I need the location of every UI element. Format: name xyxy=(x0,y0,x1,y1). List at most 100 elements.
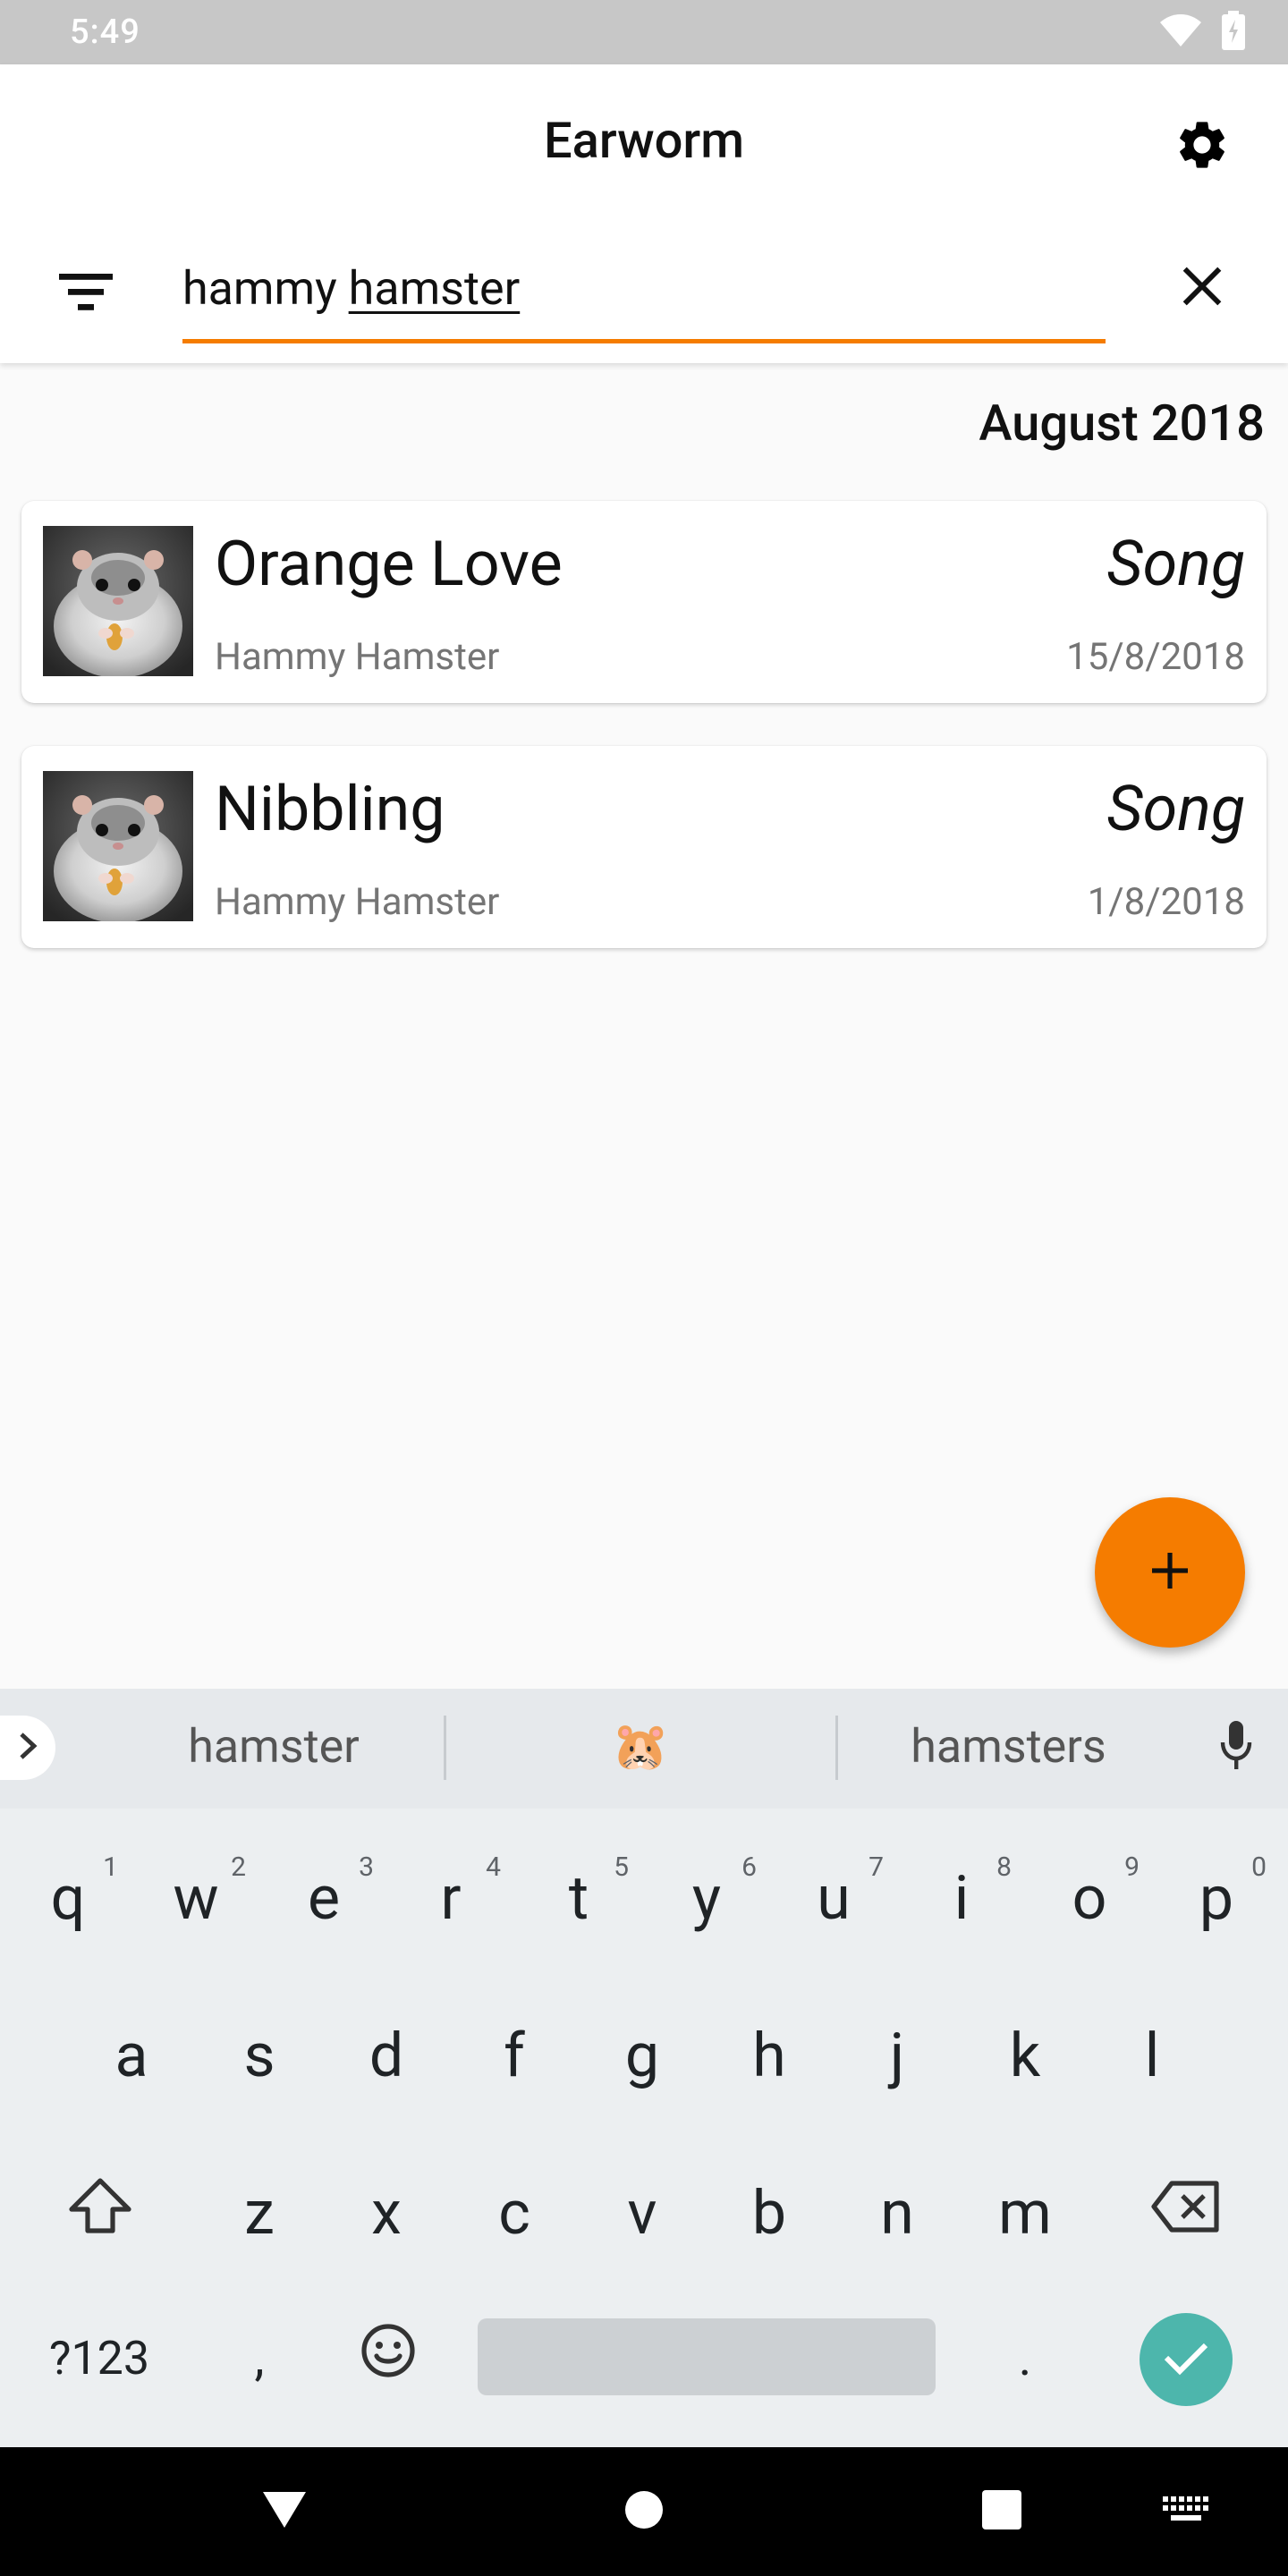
suggestion-divider xyxy=(444,1716,446,1780)
comma-key[interactable]: , xyxy=(197,2286,322,2429)
key-r[interactable]: r4 xyxy=(388,1826,513,1970)
emoji-key[interactable] xyxy=(326,2286,451,2429)
key-label: p xyxy=(1199,1862,1234,1934)
item-type: Song xyxy=(1106,773,1245,846)
shift-icon xyxy=(68,2177,132,2250)
period-key[interactable]: . xyxy=(962,2286,1088,2429)
back-triangle-icon xyxy=(261,2490,308,2533)
key-t[interactable]: t5 xyxy=(516,1826,641,1970)
search-text-composing: hamster xyxy=(348,261,521,316)
settings-button[interactable] xyxy=(1165,109,1240,184)
key-hint: 5 xyxy=(614,1852,629,1883)
space-key[interactable] xyxy=(478,2318,936,2395)
key-k[interactable]: k xyxy=(962,1984,1088,2127)
key-l[interactable]: l xyxy=(1089,1984,1215,2127)
key-hint: 3 xyxy=(359,1852,374,1883)
gear-icon xyxy=(1174,116,1231,177)
search-text-plain: hammy xyxy=(182,261,349,316)
key-x[interactable]: x xyxy=(324,2141,449,2284)
key-label: w xyxy=(173,1862,219,1934)
status-icons xyxy=(1159,11,1245,54)
song-title: Nibbling xyxy=(215,773,445,846)
suggestion-1[interactable]: hamster xyxy=(86,1719,462,1774)
close-icon xyxy=(1182,266,1223,310)
key-w[interactable]: w2 xyxy=(133,1826,258,1970)
status-bar: 5:49 xyxy=(0,0,1288,64)
home-button[interactable] xyxy=(612,2479,676,2544)
album-art-thumbnail xyxy=(43,771,193,921)
key-a[interactable]: a xyxy=(69,1984,194,2127)
key-label: i xyxy=(953,1862,970,1934)
filter-icon xyxy=(59,272,113,315)
album-art-thumbnail xyxy=(43,526,193,676)
artist-name: Hammy Hamster xyxy=(215,635,500,679)
key-label: o xyxy=(1072,1862,1107,1934)
search-input[interactable]: hammy hamster xyxy=(182,254,1106,343)
list-item[interactable]: Orange Love Song Hammy Hamster 15/8/2018 xyxy=(21,501,1267,703)
suggestion-2[interactable]: 🐹 xyxy=(462,1719,819,1774)
shift-key[interactable] xyxy=(38,2141,163,2284)
symbols-key[interactable]: ?123 xyxy=(32,2286,166,2429)
battery-icon xyxy=(1222,11,1245,54)
month-header: August 2018 xyxy=(979,394,1265,453)
key-hint: 1 xyxy=(103,1852,118,1883)
key-g[interactable]: g xyxy=(580,1984,705,2127)
key-label: e xyxy=(307,1862,341,1934)
backspace-key[interactable] xyxy=(1123,2141,1249,2284)
key-hint: 0 xyxy=(1251,1852,1267,1883)
keyboard-switcher-button[interactable] xyxy=(1154,2479,1218,2544)
key-h[interactable]: h xyxy=(707,1984,832,2127)
key-label: r xyxy=(440,1862,462,1934)
list-item[interactable]: Nibbling Song Hammy Hamster 1/8/2018 xyxy=(21,746,1267,948)
status-time: 5:49 xyxy=(70,13,140,52)
key-z[interactable]: z xyxy=(197,2141,322,2284)
key-b[interactable]: b xyxy=(707,2141,832,2284)
key-hint: 7 xyxy=(869,1852,884,1883)
enter-key[interactable] xyxy=(1140,2313,1233,2406)
key-label: u xyxy=(817,1862,851,1934)
key-i[interactable]: i8 xyxy=(899,1826,1024,1970)
key-hint: 4 xyxy=(486,1852,501,1883)
key-e[interactable]: e3 xyxy=(261,1826,386,1970)
key-n[interactable]: n xyxy=(835,2141,960,2284)
key-hint: 6 xyxy=(741,1852,757,1883)
key-p[interactable]: p0 xyxy=(1154,1826,1279,1970)
key-hint: 9 xyxy=(1124,1852,1140,1883)
suggestion-3[interactable]: hamsters xyxy=(832,1719,1185,1774)
voice-input-button[interactable] xyxy=(1209,1710,1263,1785)
key-v[interactable]: v xyxy=(580,2141,705,2284)
key-y[interactable]: y6 xyxy=(644,1826,769,1970)
artist-name: Hammy Hamster xyxy=(215,880,500,924)
key-o[interactable]: o9 xyxy=(1027,1826,1152,1970)
key-m[interactable]: m xyxy=(962,2141,1088,2284)
key-hint: 2 xyxy=(231,1852,246,1883)
chevron-right-icon xyxy=(16,1731,39,1765)
key-label: y xyxy=(691,1862,722,1934)
mic-icon xyxy=(1218,1719,1254,1776)
wifi-icon xyxy=(1159,13,1202,52)
home-circle-icon xyxy=(624,2490,664,2533)
plus-icon xyxy=(1148,1549,1191,1596)
filter-button[interactable] xyxy=(47,254,125,333)
song-title: Orange Love xyxy=(215,528,563,601)
key-d[interactable]: d xyxy=(324,1984,449,2127)
item-type: Song xyxy=(1106,528,1245,601)
add-button[interactable] xyxy=(1095,1497,1245,1648)
backspace-icon xyxy=(1150,2177,1222,2249)
key-hint: 8 xyxy=(996,1852,1012,1883)
app-title: Earworm xyxy=(544,111,744,170)
back-button[interactable] xyxy=(252,2479,317,2544)
recents-button[interactable] xyxy=(970,2479,1034,2544)
key-j[interactable]: j xyxy=(835,1984,960,2127)
key-f[interactable]: f xyxy=(452,1984,577,2127)
key-label: t xyxy=(568,1862,589,1934)
clear-search-button[interactable] xyxy=(1163,249,1241,327)
emoji-icon xyxy=(360,2322,417,2394)
key-q[interactable]: q1 xyxy=(5,1826,131,1970)
keyboard-icon xyxy=(1163,2496,1209,2527)
expand-suggestions-button[interactable] xyxy=(0,1716,55,1780)
app-bar: Earworm hammy hamster xyxy=(0,64,1288,363)
key-u[interactable]: u7 xyxy=(771,1826,896,1970)
key-s[interactable]: s xyxy=(197,1984,322,2127)
key-c[interactable]: c xyxy=(452,2141,577,2284)
